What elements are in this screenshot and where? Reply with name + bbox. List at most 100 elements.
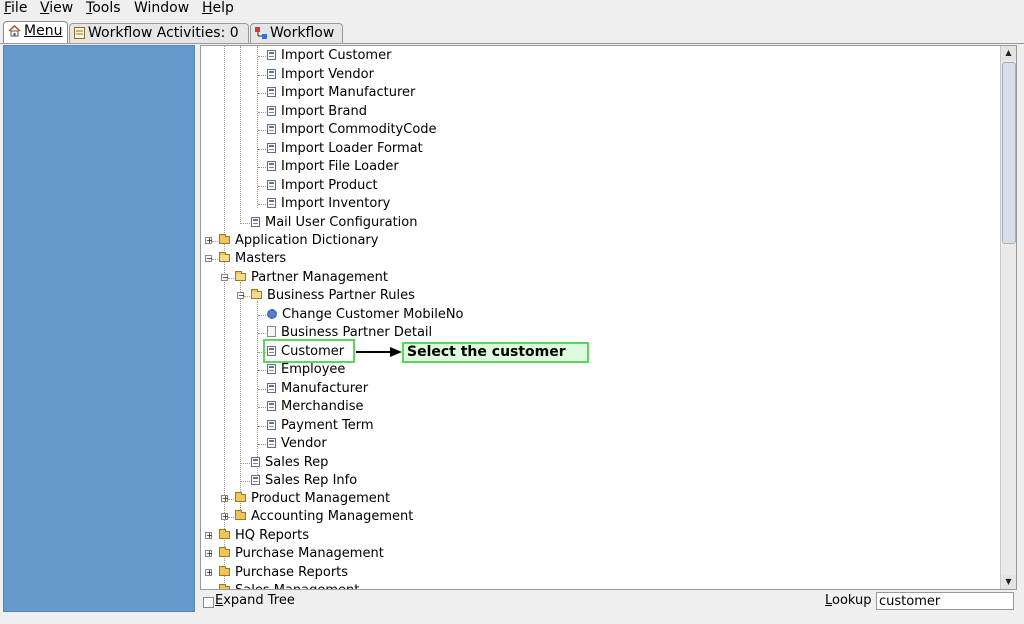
scroll-thumb[interactable] <box>1002 62 1016 244</box>
tree-item-import-commoditycode[interactable]: Import CommodityCode <box>267 121 437 139</box>
folder-icon <box>219 566 230 576</box>
tab-bar: Menu Workflow Activities: 0 Workflow <box>0 19 1024 44</box>
tree-item-import-customer[interactable]: Import Customer <box>267 47 391 65</box>
tree-line <box>258 93 266 94</box>
tree-item-employee[interactable]: Employee <box>267 361 345 379</box>
collapse-toggle[interactable]: − <box>237 292 245 300</box>
tree-line <box>241 481 250 482</box>
tree-line <box>258 444 266 445</box>
tree-item-manufacturer[interactable]: Manufacturer <box>267 380 368 398</box>
window-icon <box>267 124 276 134</box>
tree-item-purchase-reports[interactable]: Purchase Reports <box>219 564 348 582</box>
tree-line <box>241 223 250 224</box>
tree-item-product-management[interactable]: Product Management <box>235 490 390 508</box>
tab-workflow-activities-label: Workflow Activities: 0 <box>88 25 239 41</box>
tree-line <box>228 499 234 500</box>
scroll-down-button[interactable]: ▼ <box>1001 575 1016 589</box>
tree-item-import-product[interactable]: Import Product <box>267 177 378 195</box>
window-icon <box>267 143 276 153</box>
tree-line <box>258 149 266 150</box>
tree-footer: Expand Tree Lookup <box>200 590 1017 612</box>
tree-line <box>212 259 218 260</box>
tree-line <box>258 75 266 76</box>
expand-toggle[interactable]: + <box>221 513 229 521</box>
folder-icon <box>219 547 230 557</box>
tree-line <box>258 370 266 371</box>
window-icon <box>267 401 276 411</box>
menu-view[interactable]: View <box>40 0 73 16</box>
tree-item-partner-management[interactable]: Partner Management <box>235 269 388 287</box>
tab-menu-label: Menu <box>24 23 63 39</box>
tree-line <box>258 426 266 427</box>
window-icon <box>267 198 276 208</box>
tree-item-import-brand[interactable]: Import Brand <box>267 103 367 121</box>
expand-tree-checkbox[interactable] <box>203 597 214 608</box>
customer-highlight-box <box>263 339 355 363</box>
home-icon <box>8 25 21 37</box>
tree-item-application-dictionary[interactable]: Application Dictionary <box>219 232 378 250</box>
tree-item-merchandise[interactable]: Merchandise <box>267 398 364 416</box>
tree-item-import-loader-format[interactable]: Import Loader Format <box>267 140 423 158</box>
window-icon <box>267 87 276 97</box>
left-panel <box>3 45 195 612</box>
tab-menu[interactable]: Menu <box>3 21 68 44</box>
tree-item-hq-reports[interactable]: HQ Reports <box>219 527 309 545</box>
scroll-up-button[interactable]: ▲ <box>1001 46 1016 60</box>
report-icon <box>267 326 276 337</box>
tree-item-import-file-loader[interactable]: Import File Loader <box>267 158 399 176</box>
window-icon <box>251 457 260 467</box>
tab-workflow[interactable]: Workflow <box>250 23 343 43</box>
menu-window[interactable]: Window <box>134 0 189 16</box>
tree-line <box>258 407 266 408</box>
tree-line <box>212 241 218 242</box>
expand-toggle[interactable]: + <box>205 550 213 558</box>
window-icon <box>267 161 276 171</box>
window-icon <box>267 420 276 430</box>
tree-item-sales-rep-info[interactable]: Sales Rep Info <box>251 472 357 490</box>
lookup-input[interactable] <box>876 592 1014 610</box>
tree-line <box>240 46 241 224</box>
tree-scrollbar[interactable]: ▲ ▼ <box>1000 46 1016 589</box>
expand-toggle[interactable]: + <box>205 237 213 245</box>
window-icon <box>267 180 276 190</box>
folder-icon <box>219 529 230 539</box>
window-icon <box>267 106 276 116</box>
tree-item-vendor[interactable]: Vendor <box>267 435 327 453</box>
collapse-toggle[interactable]: − <box>221 274 229 282</box>
menu-bar: File View Tools Window Help <box>0 0 1024 18</box>
tree-line <box>258 167 266 168</box>
tree-item-business-partner-rules[interactable]: Business Partner Rules <box>251 287 415 305</box>
menu-help[interactable]: Help <box>202 0 234 16</box>
tree-item-import-manufacturer[interactable]: Import Manufacturer <box>267 84 415 102</box>
collapse-toggle[interactable]: − <box>205 255 213 263</box>
tree-line <box>258 56 266 57</box>
tree-item-masters[interactable]: Masters <box>219 250 286 268</box>
expand-tree-label[interactable]: Expand Tree <box>215 593 295 608</box>
tree-item-sales-rep[interactable]: Sales Rep <box>251 454 328 472</box>
window-icon <box>267 383 276 393</box>
tree-line <box>258 389 266 390</box>
tree-line <box>241 463 250 464</box>
tree-line <box>258 204 266 205</box>
menu-file[interactable]: File <box>4 0 27 16</box>
expand-toggle[interactable]: + <box>221 495 229 503</box>
tree-item-payment-term[interactable]: Payment Term <box>267 417 374 435</box>
tab-workflow-activities[interactable]: Workflow Activities: 0 <box>69 23 249 43</box>
expand-toggle[interactable]: + <box>205 532 213 540</box>
menu-tools[interactable]: Tools <box>86 0 121 16</box>
tree-item-import-vendor[interactable]: Import Vendor <box>267 66 374 84</box>
tree-item-import-inventory[interactable]: Import Inventory <box>267 195 390 213</box>
folder-icon <box>235 510 246 520</box>
tree-line <box>240 282 241 518</box>
tree-item-change-customer-mobileno[interactable]: Change Customer MobileNo <box>267 306 464 324</box>
tree-line <box>228 278 234 279</box>
tree-item-mail-user-configuration[interactable]: Mail User Configuration <box>251 214 417 232</box>
menu-tree-panel: Import Customer Import Vendor Import Man… <box>200 45 1017 590</box>
window-icon <box>251 475 260 485</box>
tree-item-purchase-management[interactable]: Purchase Management <box>219 545 384 563</box>
tree-item-accounting-management[interactable]: Accounting Management <box>235 508 413 526</box>
tree-item-sales-management[interactable]: Sales Management <box>219 582 359 589</box>
folder-open-icon <box>251 289 262 299</box>
menu-tree[interactable]: Import Customer Import Vendor Import Man… <box>201 46 1001 589</box>
expand-toggle[interactable]: + <box>205 569 213 577</box>
